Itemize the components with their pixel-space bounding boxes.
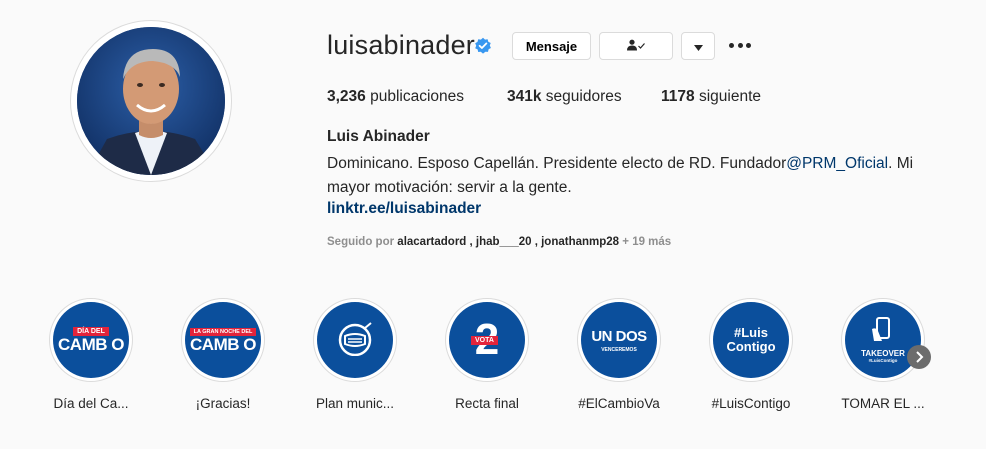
highlight-cover-sub: VENCEREMOS — [601, 346, 637, 353]
highlight-cover-main: UN DOS — [591, 327, 647, 345]
highlight-cover-top: #Luis — [734, 325, 768, 340]
caret-down-icon — [693, 39, 703, 54]
followed-by-names: alacartadord , jhab___20 , jonathanmp28 — [397, 236, 620, 248]
highlight-cover-top: VOTA — [471, 336, 498, 345]
highlight-cover-main: TAKEOVER — [861, 349, 905, 358]
profile-username: luisabinader — [327, 30, 475, 60]
following-count: 1178 — [661, 88, 695, 105]
highlight-cover-main: Contigo — [726, 339, 776, 354]
highlight-cover: TAKEOVER #LuisContigo — [845, 302, 921, 378]
highlight-label: Recta final — [455, 396, 519, 411]
highlight-ring: UN DOS VENCEREMOS — [577, 298, 661, 382]
bio-text: Dominicano. Esposo Capellán. Presidente … — [327, 155, 787, 172]
bio-mention-link[interactable]: @PRM_Oficial — [786, 155, 888, 172]
followers-stat[interactable]: 341k seguidores — [507, 88, 622, 106]
profile-bio: Dominicano. Esposo Capellán. Presidente … — [327, 152, 927, 200]
mask-icon — [333, 320, 377, 361]
followed-by[interactable]: Seguido por alacartadord , jhab___20 , j… — [327, 236, 671, 248]
followers-count: 341k — [507, 88, 542, 105]
highlight-ring: DÍA DEL CAMB O — [49, 298, 133, 382]
more-options-icon[interactable] — [729, 38, 751, 52]
highlight-cover: LA GRAN NOCHE DEL CAMB O — [185, 302, 261, 378]
highlight-item[interactable]: 2 VOTA Recta final — [437, 298, 537, 411]
user-check-icon — [626, 39, 646, 54]
highlight-item[interactable]: UN DOS VENCEREMOS #ElCambioVa — [569, 298, 669, 411]
highlight-ring: #Luis Contigo — [709, 298, 793, 382]
chevron-right-icon[interactable] — [907, 345, 931, 369]
highlight-cover: #Luis Contigo — [713, 302, 789, 378]
highlight-label: #ElCambioVa — [578, 396, 660, 411]
phone-hand-icon — [868, 317, 898, 348]
highlight-ring — [313, 298, 397, 382]
following-label: siguiente — [698, 88, 761, 105]
highlight-label: #LuisContigo — [711, 396, 791, 411]
highlight-ring: LA GRAN NOCHE DEL CAMB O — [181, 298, 265, 382]
followers-label: seguidores — [545, 88, 622, 105]
followed-by-more: + 19 más — [622, 236, 672, 248]
highlight-cover-main: CAMB O — [190, 334, 256, 354]
followed-by-prefix: Seguido por — [327, 236, 395, 248]
highlight-item[interactable]: DÍA DEL CAMB O Día del Ca... — [41, 298, 141, 411]
suggested-dropdown-button[interactable] — [681, 32, 715, 60]
posts-stat: 3,236 publicaciones — [327, 88, 464, 106]
message-button[interactable]: Mensaje — [512, 32, 591, 60]
following-button[interactable] — [599, 32, 673, 60]
following-stat[interactable]: 1178 siguiente — [661, 88, 761, 106]
highlight-item[interactable]: #Luis Contigo #LuisContigo — [701, 298, 801, 411]
highlight-cover-sub: #LuisContigo — [868, 358, 898, 363]
verified-badge-icon — [474, 37, 492, 60]
avatar-photo — [77, 27, 225, 175]
highlight-cover: UN DOS VENCEREMOS — [581, 302, 657, 378]
profile-avatar[interactable] — [70, 20, 232, 182]
highlight-ring: TAKEOVER #LuisContigo — [841, 298, 925, 382]
highlight-cover: DÍA DEL CAMB O — [53, 302, 129, 378]
profile-website-link[interactable]: linktr.ee/luisabinader — [327, 200, 481, 218]
highlight-label: Plan munic... — [315, 396, 395, 411]
highlight-cover — [317, 302, 393, 378]
posts-label: publicaciones — [370, 88, 465, 105]
highlight-item[interactable]: Plan munic... — [305, 298, 405, 411]
highlight-label: Día del Ca... — [53, 396, 129, 411]
highlight-ring: 2 VOTA — [445, 298, 529, 382]
profile-full-name: Luis Abinader — [327, 128, 430, 145]
highlight-cover-main: CAMB O — [58, 335, 124, 354]
highlight-label: TOMAR EL ... — [841, 396, 925, 411]
highlight-item[interactable]: LA GRAN NOCHE DEL CAMB O ¡Gracias! — [173, 298, 273, 411]
posts-count: 3,236 — [327, 88, 366, 105]
highlight-cover: 2 VOTA — [449, 302, 525, 378]
highlight-label: ¡Gracias! — [195, 396, 251, 411]
